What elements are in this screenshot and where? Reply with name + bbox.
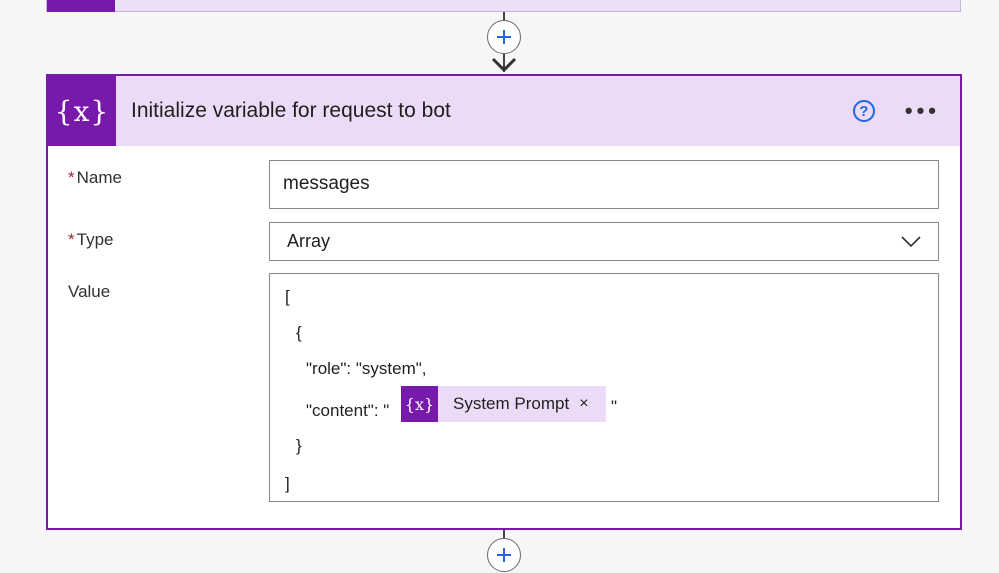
initialize-variable-card[interactable]: {x} Initialize variable for request to b… [46,74,962,530]
type-label: * Type [68,230,114,249]
code-line: "content": " [306,401,390,420]
help-icon[interactable]: ? [852,100,875,122]
code-line-trailing-quote: " [611,397,618,416]
required-mark: * [68,168,75,187]
type-selected-value: Array [287,231,331,251]
code-line: [ [285,287,290,306]
type-select[interactable]: Array [269,222,939,261]
add-step-button-bottom[interactable] [487,538,521,572]
value-textarea[interactable]: [ { "role": "system", "content": " {x} S… [269,273,939,502]
token-label: System Prompt [453,394,570,413]
chevron-down-icon[interactable] [901,235,921,248]
code-line: ] [285,474,290,493]
name-input[interactable]: messages [269,160,939,209]
required-mark: * [68,230,75,249]
arrow-down-icon [491,57,517,73]
card-title[interactable]: Initialize variable for request to bot [131,99,853,123]
close-icon[interactable]: × [579,395,588,413]
code-line: "role": "system", [306,359,427,378]
plus-icon [497,30,511,44]
value-label: Value [68,282,111,301]
plus-icon [497,548,511,562]
code-line: } [296,436,302,455]
name-label: * Name [68,168,122,187]
previous-step-card[interactable] [46,0,961,12]
variable-icon: {x} [401,386,438,422]
add-step-button-top[interactable] [487,20,521,54]
more-icon[interactable]: ••• [905,98,940,124]
dynamic-content-token[interactable]: {x} System Prompt × [401,386,606,422]
code-line: { [296,323,302,342]
previous-step-accent [47,0,115,12]
variable-icon: {x} [48,76,116,146]
card-header[interactable]: {x} Initialize variable for request to b… [48,76,960,146]
